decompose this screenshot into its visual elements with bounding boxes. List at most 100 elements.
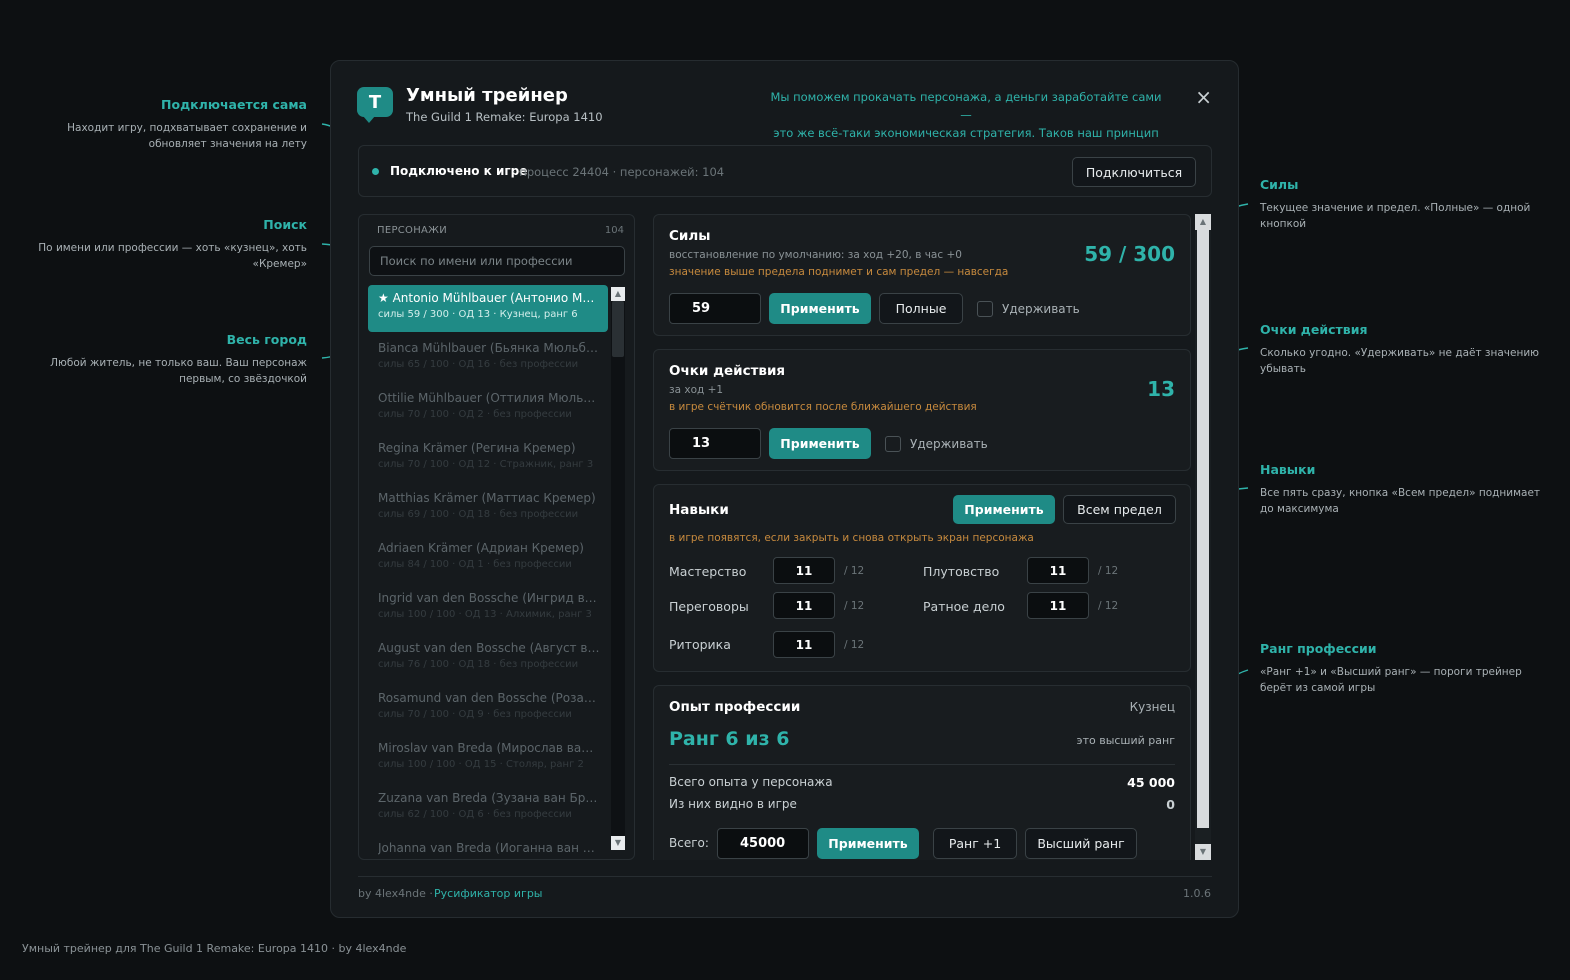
character-meta: силы 76 / 100 · ОД 18 · без профессии [378,659,579,670]
character-meta: силы 62 / 100 · ОД 6 · без профессии [378,809,572,820]
character-list-scrollbar[interactable]: ▲ ▼ [611,287,625,850]
strength-full-button[interactable]: Полные [879,293,963,324]
annotation-desc: Текущее значение и предел. «Полные» — од… [1260,202,1531,230]
list-item[interactable]: Ottilie Mühlbauer (Оттилия Мюльб… силы 70… [368,385,608,432]
annotation-desc: По имени или профессии — хоть «кузнец», … [38,242,307,270]
skill-input-combat[interactable] [1027,592,1089,619]
character-meta: силы 70 / 100 · ОД 12 · Стражник, ранг 3 [378,459,594,470]
app-logo: T [357,87,393,123]
annotation-desc: Сколько угодно. «Удерживать» не даёт зна… [1260,347,1540,375]
exp-apply-button[interactable]: Применить [817,828,919,859]
character-name: Johanna van Breda (Иоганна ван Б… [378,841,600,855]
list-item[interactable]: Zuzana van Breda (Зузана ван Бре… силы 62… [368,785,608,832]
scroll-up-icon[interactable]: ▲ [1195,214,1211,230]
strength-hold-checkbox[interactable]: Удерживать [977,301,1080,317]
skills-title: Навыки [669,502,729,518]
character-name: Rosamund van den Bossche (Розам… [378,691,600,705]
scrollbar-thumb[interactable] [612,301,624,357]
app-subtitle: The Guild 1 Remake: Europa 1410 [406,110,603,124]
visible-exp-label: Из них видно в игре [669,797,797,811]
checkbox-icon [977,301,993,317]
skill-input-roguery[interactable] [1027,557,1089,584]
character-meta: силы 65 / 100 · ОД 16 · без профессии [378,359,579,370]
annotation-desc: Находит игру, подхватывает сохранение и … [67,122,307,150]
app-title: Умный трейнер [406,85,568,106]
skill-input-mastery[interactable] [773,557,835,584]
skill-max: / 12 [844,639,865,651]
scroll-up-icon[interactable]: ▲ [611,287,625,301]
strength-input[interactable] [669,293,761,324]
annotation-desc: «Ранг +1» и «Высший ранг» — пороги трейн… [1260,666,1522,694]
version-label: 1.0.6 [1183,887,1211,900]
scrollbar-thumb[interactable] [1197,230,1209,828]
character-meta: силы 69 / 100 · ОД 18 · без профессии [378,509,579,520]
skill-input-rhetoric[interactable] [773,631,835,658]
profession-rank: Ранг 6 из 6 [669,728,790,750]
character-name: Matthias Krämer (Маттиас Кремер) [378,491,596,505]
trainer-window: T Умный трейнер The Guild 1 Remake: Euro… [330,60,1239,918]
skill-max: / 12 [844,600,865,612]
strength-warning: значение выше предела поднимет и сам пре… [669,266,1009,278]
skill-input-negotiation[interactable] [773,592,835,619]
list-item[interactable]: Bianca Mühlbauer (Бьянка Мюльба… силы 65 … [368,335,608,382]
annotation-title: Ранг профессии [1260,641,1377,656]
status-meta: · процесс 24404 · персонажей: 104 [512,165,725,179]
connection-status-bar: Подключено к игре · процесс 24404 · перс… [358,145,1212,197]
hold-label: Удерживать [910,437,988,451]
list-item[interactable]: Matthias Krämer (Маттиас Кремер) силы 69 … [368,485,608,532]
scroll-down-icon[interactable]: ▼ [611,836,625,850]
search-input[interactable] [369,246,625,276]
character-name: Adriaen Krämer (Адриан Кремер) [378,541,584,555]
skill-label-mastery: Мастерство [669,564,747,579]
annotation-title: Силы [1260,177,1299,192]
skills-card: Навыки Применить Всем предел в игре появ… [653,484,1191,672]
rank-up-button[interactable]: Ранг +1 [933,828,1017,859]
visible-exp-value: 0 [1166,797,1175,812]
annotation-profession-rank: Ранг профессии «Ранг +1» и «Высший ранг»… [1260,641,1550,696]
characters-count: 104 [604,225,624,236]
list-item[interactable]: Miroslav van Breda (Мирослав ван… силы 10… [368,735,608,782]
annotation-desc: Все пять сразу, кнопка «Всем предел» под… [1260,487,1541,515]
strength-title: Силы [669,228,711,244]
action-points-apply-button[interactable]: Применить [769,428,871,459]
list-item[interactable]: Adriaen Krämer (Адриан Кремер) силы 84 / … [368,535,608,582]
action-points-value: 13 [1147,377,1175,401]
close-icon[interactable]: × [1195,85,1212,109]
footer-note: Умный трейнер для The Guild 1 Remake: Eu… [22,942,407,955]
connect-button[interactable]: Подключиться [1072,157,1196,187]
skill-max: / 12 [844,565,865,577]
character-name: Miroslav van Breda (Мирослав ван… [378,741,600,755]
character-meta: силы 59 / 300 · ОД 13 · Кузнец, ранг 6 [378,309,578,320]
skill-label-negotiation: Переговоры [669,599,749,614]
divider [669,764,1175,765]
strength-apply-button[interactable]: Применить [769,293,871,324]
profession-card: Опыт профессии Кузнец Ранг 6 из 6 это вы… [653,685,1191,860]
list-item[interactable]: Ingrid van den Bossche (Ингрид ва… силы 1… [368,585,608,632]
skill-label-roguery: Плутовство [923,564,1000,579]
action-points-hold-checkbox[interactable]: Удерживать [885,436,988,452]
list-item[interactable]: Rosamund van den Bossche (Розам… силы 70 … [368,685,608,732]
character-meta: силы 70 / 100 · ОД 2 · без профессии [378,409,572,420]
exp-input[interactable] [717,828,809,859]
skills-apply-button[interactable]: Применить [953,495,1055,524]
annotation-title: Навыки [1260,462,1316,477]
character-name: Zuzana van Breda (Зузана ван Бре… [378,791,600,805]
footer-divider [358,876,1212,877]
action-points-input[interactable] [669,428,761,459]
hold-label: Удерживать [1002,302,1080,316]
list-item[interactable]: Johanna van Breda (Иоганна ван Б… [368,835,608,855]
characters-panel: ПЕРСОНАЖИ 104 ★ Antonio Mühlbauer (Антон… [358,214,635,860]
character-name: ★ Antonio Mühlbauer (Антонио Мю… [378,291,600,305]
max-rank-button[interactable]: Высший ранг [1025,828,1137,859]
main-scrollbar[interactable]: ▲ ▼ [1195,214,1211,860]
scroll-down-icon[interactable]: ▼ [1195,844,1211,860]
annotation-search: Поиск По имени или профессии — хоть «куз… [17,217,307,272]
russifier-link[interactable]: Русификатор игры [434,887,543,900]
list-item[interactable]: ★ Antonio Mühlbauer (Антонио Мю… силы 59 … [368,285,608,332]
list-item[interactable]: Regina Krämer (Регина Кремер) силы 70 / 1… [368,435,608,482]
annotation-title: Поиск [263,217,307,232]
exp-input-label: Всего: [669,836,709,850]
list-item[interactable]: August van den Bossche (Август ва… силы 7… [368,635,608,682]
annotation-action-points: Очки действия Сколько угодно. «Удерживат… [1260,322,1550,377]
skills-max-all-button[interactable]: Всем предел [1063,495,1176,524]
